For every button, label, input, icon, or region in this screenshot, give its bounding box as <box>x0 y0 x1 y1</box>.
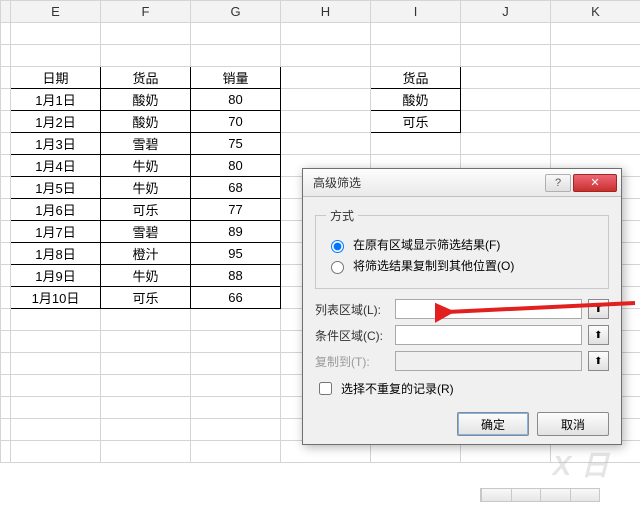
method-fieldset: 方式 在原有区域显示筛选结果(F) 将筛选结果复制到其他位置(O) <box>315 207 609 289</box>
table1-header-product[interactable]: 货品 <box>101 67 191 89</box>
cell[interactable]: 1月7日 <box>11 221 101 243</box>
dialog-titlebar[interactable]: 高级筛选 ? ✕ <box>303 169 621 197</box>
cell[interactable]: 酸奶 <box>371 89 461 111</box>
cell[interactable]: 80 <box>191 89 281 111</box>
cell[interactable]: 75 <box>191 133 281 155</box>
list-range-label: 列表区域(L): <box>315 301 389 318</box>
col-header[interactable]: J <box>461 1 551 23</box>
table2-header-product[interactable]: 货品 <box>371 67 461 89</box>
cell[interactable]: 可乐 <box>371 111 461 133</box>
cell[interactable]: 雪碧 <box>101 221 191 243</box>
col-header[interactable]: K <box>551 1 640 23</box>
cell[interactable]: 橙汁 <box>101 243 191 265</box>
help-button[interactable]: ? <box>545 174 571 192</box>
copy-to-label: 复制到(T): <box>315 353 389 370</box>
table1-header-date[interactable]: 日期 <box>11 67 101 89</box>
col-header[interactable]: G <box>191 1 281 23</box>
cell[interactable]: 70 <box>191 111 281 133</box>
criteria-range-label: 条件区域(C): <box>315 327 389 344</box>
col-header[interactable]: F <box>101 1 191 23</box>
radio-copy-elsewhere[interactable] <box>331 261 344 274</box>
advanced-filter-dialog: 高级筛选 ? ✕ 方式 在原有区域显示筛选结果(F) 将筛选结果复制到其他位置(… <box>302 168 622 445</box>
cell[interactable]: 88 <box>191 265 281 287</box>
cell[interactable]: 雪碧 <box>101 133 191 155</box>
dialog-title: 高级筛选 <box>313 174 543 191</box>
cell[interactable]: 可乐 <box>101 287 191 309</box>
cell[interactable]: 1月3日 <box>11 133 101 155</box>
table1-header-sales[interactable]: 销量 <box>191 67 281 89</box>
unique-records-label: 选择不重复的记录(R) <box>341 380 454 397</box>
cell[interactable]: 80 <box>191 155 281 177</box>
ok-button[interactable]: 确定 <box>457 412 529 436</box>
col-header[interactable]: E <box>11 1 101 23</box>
criteria-range-picker-icon[interactable]: ⬆ <box>588 325 609 345</box>
cell[interactable]: 1月5日 <box>11 177 101 199</box>
cell[interactable]: 1月6日 <box>11 199 101 221</box>
cell[interactable]: 牛奶 <box>101 155 191 177</box>
cell[interactable]: 牛奶 <box>101 177 191 199</box>
close-button[interactable]: ✕ <box>573 174 617 192</box>
copy-to-input <box>395 351 582 371</box>
cell[interactable]: 68 <box>191 177 281 199</box>
column-header-row: E F G H I J K <box>1 1 640 23</box>
list-range-picker-icon[interactable]: ⬆ <box>588 299 609 319</box>
unique-records-checkbox[interactable] <box>319 382 332 395</box>
cell[interactable]: 1月10日 <box>11 287 101 309</box>
radio-filter-inplace[interactable] <box>331 240 344 253</box>
horizontal-scrollbar[interactable] <box>480 488 600 502</box>
radio-copy-elsewhere-label: 将筛选结果复制到其他位置(O) <box>353 257 514 274</box>
col-header[interactable]: I <box>371 1 461 23</box>
cancel-button[interactable]: 取消 <box>537 412 609 436</box>
cell[interactable]: 89 <box>191 221 281 243</box>
cell[interactable]: 77 <box>191 199 281 221</box>
criteria-range-input[interactable] <box>395 325 582 345</box>
cell[interactable]: 1月4日 <box>11 155 101 177</box>
corner-cell[interactable] <box>1 1 11 23</box>
cell[interactable]: 可乐 <box>101 199 191 221</box>
cell[interactable]: 1月9日 <box>11 265 101 287</box>
cell[interactable]: 1月8日 <box>11 243 101 265</box>
col-header[interactable]: H <box>281 1 371 23</box>
cell[interactable]: 牛奶 <box>101 265 191 287</box>
cell[interactable]: 酸奶 <box>101 89 191 111</box>
cell[interactable]: 酸奶 <box>101 111 191 133</box>
cell[interactable]: 1月1日 <box>11 89 101 111</box>
cell[interactable]: 66 <box>191 287 281 309</box>
cell[interactable]: 1月2日 <box>11 111 101 133</box>
method-legend: 方式 <box>326 207 358 224</box>
cell[interactable]: 95 <box>191 243 281 265</box>
list-range-input[interactable] <box>395 299 582 319</box>
copy-to-picker-icon[interactable]: ⬆ <box>588 351 609 371</box>
radio-filter-inplace-label: 在原有区域显示筛选结果(F) <box>353 236 500 253</box>
